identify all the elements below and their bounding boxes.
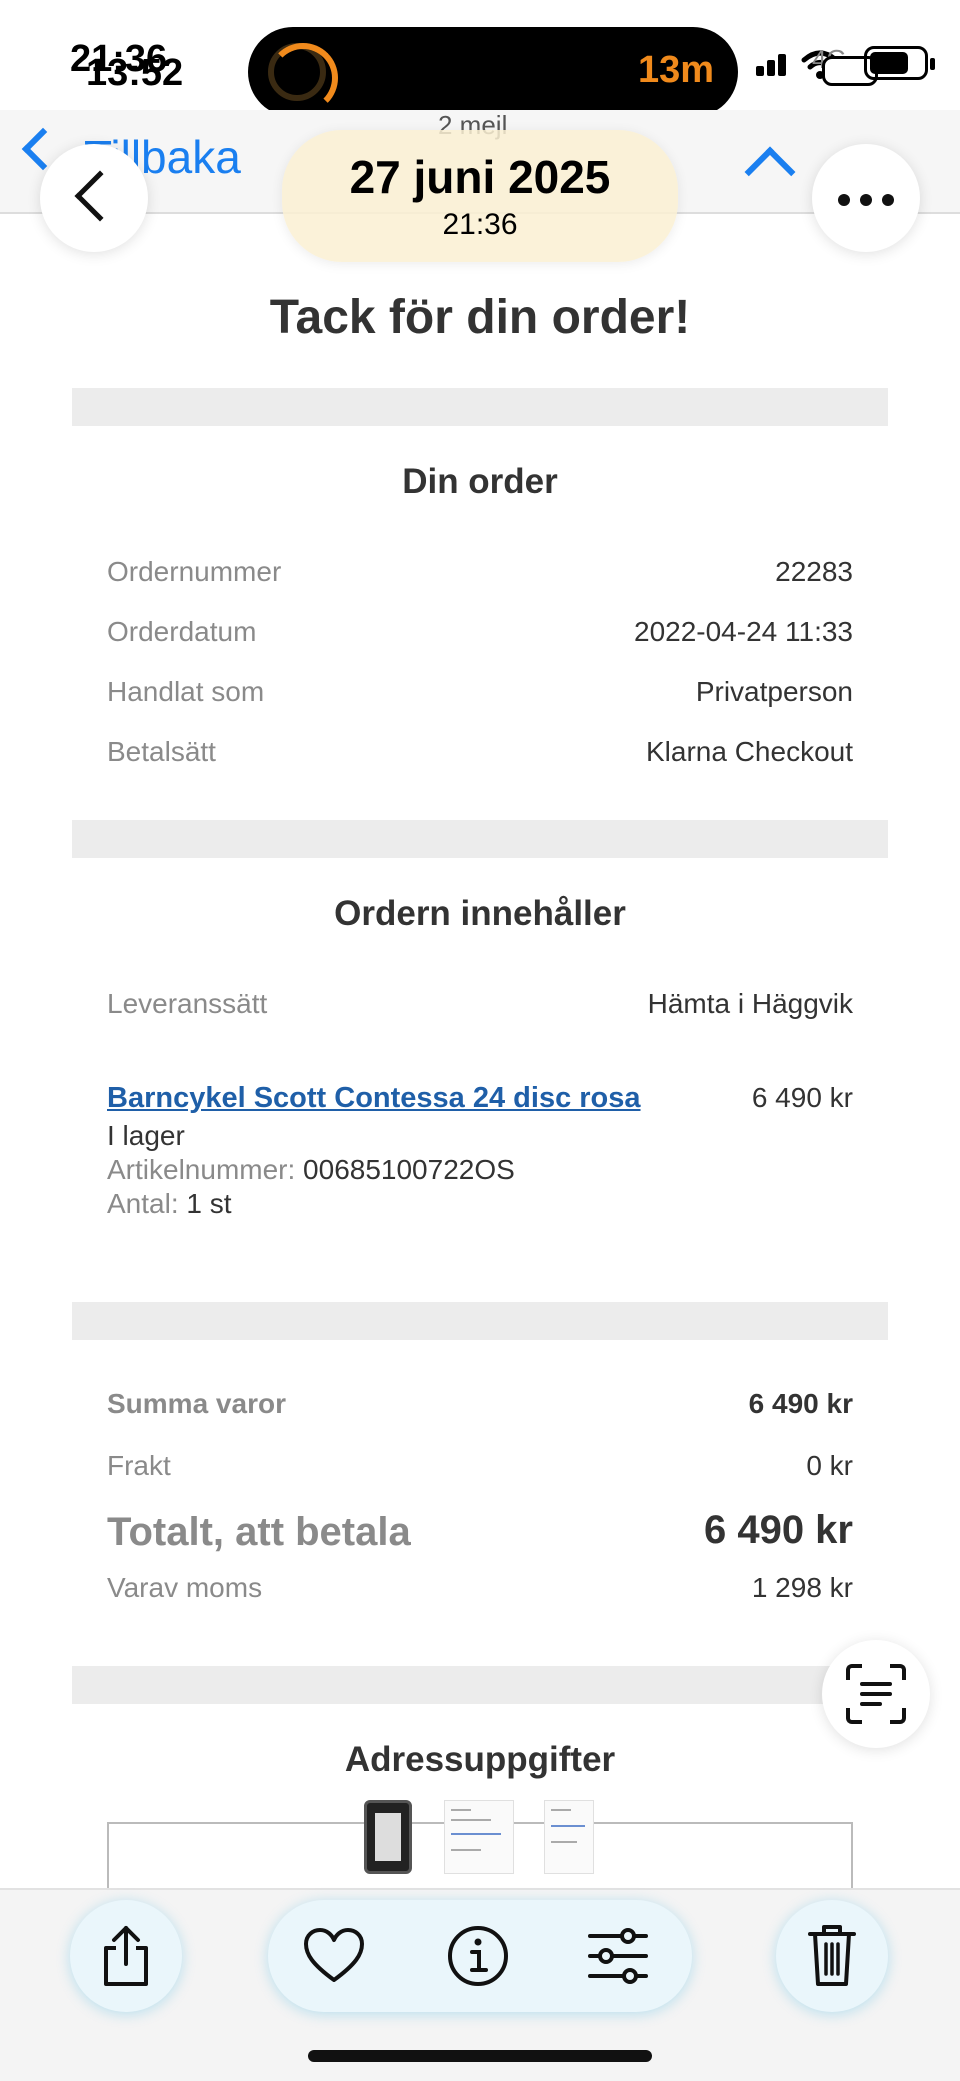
delivery-value: Hämta i Häggvik (647, 988, 853, 1019)
scan-corner-icon (890, 1708, 906, 1724)
goods-sum-label: Summa varor (107, 1388, 286, 1419)
info-icon[interactable] (446, 1924, 510, 1988)
more-dot-icon (882, 194, 894, 206)
scan-text-line (860, 1702, 882, 1706)
scan-corner-icon (846, 1708, 862, 1724)
shipping-value: 0 kr (806, 1450, 853, 1481)
thumb-line (451, 1809, 471, 1811)
section-divider (72, 1666, 888, 1704)
order-date-value: 2022-04-24 11:33 (634, 616, 853, 647)
adjust-icon[interactable] (586, 1926, 650, 1986)
home-indicator[interactable] (308, 2050, 652, 2062)
chevron-up-icon[interactable] (744, 146, 796, 198)
order-date-label: Orderdatum (107, 616, 257, 647)
total-label: Totalt, att betala (107, 1510, 411, 1554)
dynamic-island[interactable]: 13m (248, 27, 738, 117)
more-dot-icon (838, 194, 850, 206)
more-dot-icon (860, 194, 872, 206)
thumb-line (551, 1809, 571, 1811)
article-number-value: 00685100722OS (303, 1154, 515, 1185)
chevron-left-icon (74, 170, 126, 222)
product-link[interactable]: Barncykel Scott Contessa 24 disc rosa (107, 1082, 641, 1115)
delete-button[interactable] (776, 1900, 888, 2012)
photo-actions-group (268, 1900, 692, 2012)
stock-status: I lager (107, 1120, 185, 1151)
share-button[interactable] (70, 1900, 182, 2012)
scan-text-line (860, 1692, 892, 1696)
photo-thumbnail[interactable] (364, 1800, 412, 1874)
scan-text-line (860, 1682, 892, 1686)
contents-section-title: Ordern innehåller (334, 894, 626, 933)
signal-bar (767, 60, 775, 76)
quantity-label: Antal: (107, 1188, 179, 1219)
thumb-line (551, 1825, 585, 1827)
signal-bar (756, 66, 764, 76)
battery-level (870, 52, 908, 74)
live-text-button[interactable] (822, 1640, 930, 1748)
section-divider (72, 820, 888, 858)
order-section-title: Din order (402, 462, 558, 501)
photo-thumbnail[interactable] (544, 1800, 594, 1874)
signal-bar (778, 54, 786, 76)
photo-thumbnail[interactable] (444, 1800, 514, 1874)
quantity-value: 1 st (186, 1188, 232, 1219)
photo-back-button[interactable] (40, 144, 148, 252)
vat-value: 1 298 kr (751, 1572, 853, 1603)
customer-type-label: Handlat som (107, 676, 265, 707)
address-section-title: Adressuppgifter (344, 1740, 616, 1779)
delivery-label: Leveranssätt (107, 988, 268, 1019)
quantity: Antal: 1 st (107, 1188, 232, 1220)
shipping-label: Frakt (107, 1450, 171, 1481)
thumb-line (451, 1819, 491, 1821)
customer-type-value: Privatperson (695, 676, 853, 707)
scan-corner-icon (846, 1664, 862, 1680)
order-number-label: Ordernummer (107, 556, 282, 587)
share-icon (104, 1926, 148, 1986)
payment-method-label: Betalsätt (107, 736, 216, 767)
total-value: 6 490 kr (703, 1508, 853, 1552)
vat-label: Varav moms (107, 1572, 263, 1603)
product-price: 6 490 kr (751, 1082, 853, 1113)
photo-date: 27 juni 2025 (349, 151, 611, 203)
thumb-line (551, 1841, 577, 1843)
order-number-value: 22283 (775, 556, 853, 587)
status-icons: 4G (756, 44, 946, 88)
timer-progress-icon (268, 43, 338, 113)
payment-method-value: Klarna Checkout (645, 736, 853, 767)
battery-icon (864, 46, 928, 80)
battery-tip (930, 58, 935, 70)
island-timer: 13m (637, 49, 714, 91)
email-heading: Tack för din order! (269, 291, 691, 344)
article-number: Artikelnummer: 00685100722OS (107, 1154, 515, 1186)
scan-corner-icon (890, 1664, 906, 1680)
photo-time: 21:36 (442, 208, 518, 241)
more-options-button[interactable] (812, 144, 920, 252)
section-divider (72, 1302, 888, 1340)
heart-icon[interactable] (302, 1926, 366, 1986)
thumb-line (451, 1849, 481, 1851)
goods-sum-value: 6 490 kr (748, 1388, 853, 1419)
photo-date-pill[interactable]: 27 juni 2025 21:36 (282, 130, 678, 262)
status-time-overlay: 13:52 (86, 52, 184, 94)
section-divider (72, 388, 888, 426)
article-number-label: Artikelnummer: (107, 1154, 296, 1185)
thumb-line (451, 1833, 501, 1835)
trash-icon (808, 1925, 856, 1986)
